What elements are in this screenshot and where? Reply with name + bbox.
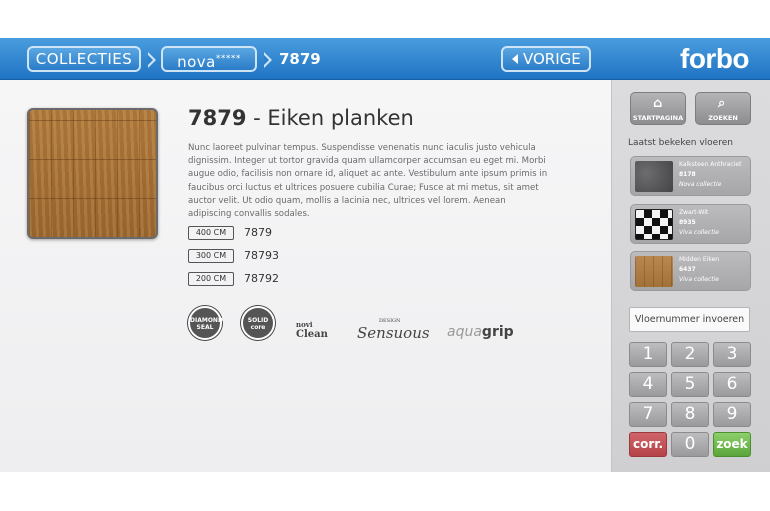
key-7[interactable]: 7: [629, 402, 667, 427]
sidebar: ⌂ STARTPAGINA ⌕ ZOEKEN Laatst bekeken vloe…: [611, 80, 770, 472]
product-description: Nunc laoreet pulvinar tempus. Suspendiss…: [188, 143, 548, 220]
key-0[interactable]: 0: [671, 432, 709, 457]
forbo-logo: forbo: [680, 43, 750, 74]
search-label: ZOEKEN: [708, 114, 738, 122]
back-button[interactable]: VORIGE: [501, 46, 591, 72]
floor-thumbnail: [635, 161, 673, 192]
breadcrumb-nova-label: nova: [177, 53, 216, 71]
back-arrow-icon: [512, 54, 518, 64]
product-name: - Eiken planken: [253, 106, 414, 130]
recent-floor-info: Zwart-Wit 8935 Viva collectie: [679, 209, 719, 236]
recent-floors-title: Laatst bekeken vloeren: [628, 138, 733, 148]
page-title: 7879 - Eiken planken: [188, 106, 414, 130]
search-icon: ⌕: [718, 96, 726, 111]
key-3[interactable]: 3: [713, 342, 751, 367]
key-8[interactable]: 8: [671, 402, 709, 427]
design-sensuous-logo: DESIGN Sensuous: [357, 318, 430, 342]
key-9[interactable]: 9: [713, 402, 751, 427]
recent-floor-info: Midden Eiken 6437 Viva collectie: [679, 256, 720, 283]
breadcrumb-nova-button[interactable]: nova*****: [161, 46, 257, 72]
product-code: 7879: [188, 106, 247, 130]
floor-thumbnail: [635, 256, 673, 287]
home-icon: ⌂: [653, 96, 663, 111]
breadcrumb-current: 7879: [279, 50, 321, 68]
size-badge: 300 CM: [188, 249, 234, 263]
floor-number-input[interactable]: Vloernummer invoeren: [629, 307, 750, 332]
back-button-label: VORIGE: [523, 50, 581, 68]
product-swatch-image: [27, 108, 158, 239]
breadcrumb-collecties-button[interactable]: COLLECTIES: [27, 46, 141, 72]
size-code: 78793: [244, 249, 279, 262]
top-bar: COLLECTIES nova***** 7879 VORIGE forbo: [0, 38, 770, 80]
size-badge: 400 CM: [188, 226, 234, 240]
recent-floor-card[interactable]: Midden Eiken 6437 Viva collectie: [630, 251, 751, 291]
aquagrip-logo: aquagrip: [447, 324, 514, 340]
key-4[interactable]: 4: [629, 372, 667, 397]
size-badge: 200 CM: [188, 272, 234, 286]
home-button[interactable]: ⌂ STARTPAGINA: [630, 92, 686, 125]
floor-thumbnail: [635, 209, 673, 240]
key-1[interactable]: 1: [629, 342, 667, 367]
app-screen: COLLECTIES nova***** 7879 VORIGE forbo 7…: [0, 38, 770, 472]
key-2[interactable]: 2: [671, 342, 709, 367]
key-6[interactable]: 6: [713, 372, 751, 397]
breadcrumb-arrow-icon: [148, 52, 156, 68]
search-submit-button[interactable]: zoek: [713, 432, 751, 457]
recent-floor-card[interactable]: Kalksteen Anthraciet 8178 Nova collectie: [630, 156, 751, 196]
novi-clean-logo: novi Clean: [296, 320, 328, 340]
breadcrumb-nova-stars: *****: [215, 54, 241, 64]
size-code: 7879: [244, 226, 272, 239]
search-button[interactable]: ⌕ ZOEKEN: [695, 92, 751, 125]
recent-floor-info: Kalksteen Anthraciet 8178 Nova collectie: [679, 161, 742, 188]
size-code: 78792: [244, 272, 279, 285]
diamond-seal-icon: DIAMOND SEAL: [188, 306, 223, 340]
breadcrumb-arrow-icon: [264, 52, 272, 68]
correct-button[interactable]: corr.: [629, 432, 667, 457]
recent-floor-card[interactable]: Zwart-Wit 8935 Viva collectie: [630, 204, 751, 244]
solid-core-icon: SOLID core: [241, 306, 275, 340]
home-label: STARTPAGINA: [632, 114, 684, 122]
key-5[interactable]: 5: [671, 372, 709, 397]
